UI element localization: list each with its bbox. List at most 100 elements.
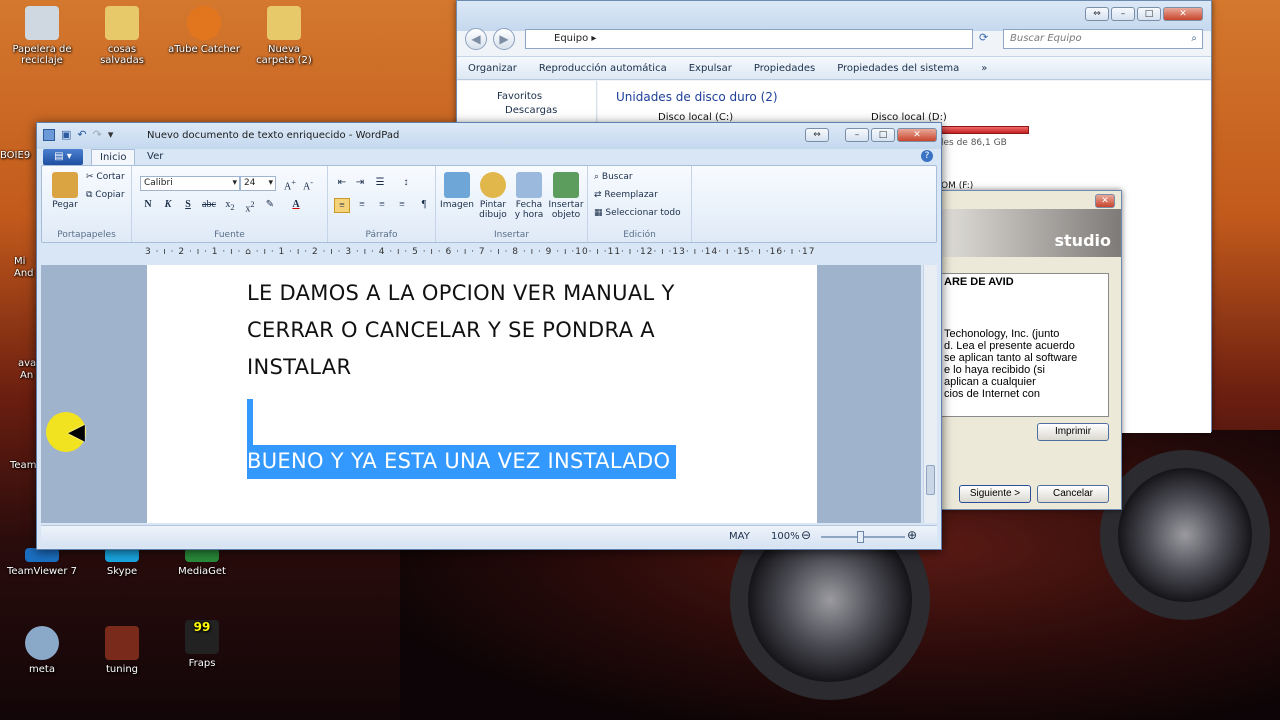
justify-icon[interactable]: ≡ <box>394 198 410 213</box>
editing-group-label: Edición <box>623 230 656 240</box>
bullets-icon[interactable]: ☰ <box>372 176 388 191</box>
align-left-icon[interactable]: ≡ <box>334 198 350 213</box>
status-bar: MAY 100% ⊖ ⊕ <box>41 525 937 547</box>
minimize-button[interactable]: – <box>1111 7 1135 21</box>
wordpad-app-icon <box>43 128 55 141</box>
copy-button[interactable]: ⧉ Copiar <box>86 190 125 200</box>
tab-inicio[interactable]: Inicio <box>91 149 136 166</box>
increase-indent-icon[interactable]: ⇥ <box>352 176 368 191</box>
back-arrow-icon[interactable]: ◀ <box>465 28 487 50</box>
superscript-icon[interactable]: x2 <box>242 198 258 214</box>
hard-drives-section-header[interactable]: Unidades de disco duro (2) <box>616 90 778 104</box>
desktop-icon-atube-catcher[interactable]: aTube Catcher <box>168 6 240 55</box>
properties-button[interactable]: Propiedades <box>743 63 826 74</box>
restore-down-icon[interactable]: ⇔ <box>805 128 829 142</box>
restore-down-icon[interactable]: ⇔ <box>1085 7 1109 21</box>
line-spacing-icon[interactable]: ↕ <box>398 176 414 191</box>
document-page[interactable]: LE DAMOS A LA OPCION VER MANUAL Y CERRAR… <box>147 265 817 523</box>
desktop-icon-nueva-carpeta[interactable]: Nueva carpeta (2) <box>248 6 320 66</box>
search-input[interactable]: Buscar Equipo ⌕ <box>1003 29 1203 49</box>
system-properties-button[interactable]: Propiedades del sistema <box>826 63 970 74</box>
strikethrough-icon[interactable]: abc <box>200 198 218 213</box>
paste-button[interactable]: Pegar <box>50 172 80 210</box>
file-menu-button[interactable]: ▤ ▾ <box>43 149 83 165</box>
paint-drawing-button[interactable]: Pintar dibujo <box>476 172 510 220</box>
recycle-bin-icon <box>25 6 59 40</box>
desktop-icon-meta[interactable]: meta <box>6 626 78 675</box>
drive-d-usage-bar <box>941 126 1029 134</box>
wordpad-window: ▣ ↶ ↷ ▾ Nuevo documento de texto enrique… <box>36 122 942 550</box>
nav-downloads[interactable]: Descargas <box>457 102 596 116</box>
tab-ver[interactable]: Ver <box>139 149 171 166</box>
save-icon[interactable]: ▣ <box>61 128 71 141</box>
license-agreement-text[interactable]: ARE DE AVID Techonology, Inc. (junto d. … <box>939 273 1109 417</box>
cut-button[interactable]: ✂ Cortar <box>86 172 125 182</box>
underline-button[interactable]: S <box>180 198 196 213</box>
desktop-icon-fraps[interactable]: 99 Fraps <box>166 620 238 669</box>
zoom-out-icon[interactable]: ⊖ <box>801 528 811 542</box>
font-family-select[interactable]: Calibri ▾ <box>140 176 240 191</box>
group-font: Calibri ▾ 24 ▾ A+ A- N K S abc x2 x2 ✎ A F… <box>132 166 328 242</box>
undo-icon[interactable]: ↶ <box>77 128 86 141</box>
replace-button[interactable]: ⇄ Reemplazar <box>594 190 658 200</box>
wordpad-window-controls: ⇔ – □ ✕ <box>805 128 937 142</box>
nav-favorites[interactable]: Favoritos <box>457 81 596 102</box>
desktop-icon-cosas-salvadas[interactable]: cosas salvadas <box>86 6 158 66</box>
zoom-slider-thumb[interactable] <box>857 531 864 543</box>
cancel-button[interactable]: Cancelar <box>1037 485 1109 503</box>
eject-button[interactable]: Expulsar <box>678 63 743 74</box>
address-bar[interactable]: Equipo ▸ <box>525 29 973 49</box>
insert-object-button[interactable]: Insertar objeto <box>548 172 584 220</box>
maximize-button[interactable]: □ <box>871 128 895 142</box>
next-button[interactable]: Siguiente > <box>959 485 1031 503</box>
ruler[interactable]: 3 · ı · 2 · ı · 1 · ı · ⌂ · ı · 1 · ı · … <box>145 247 815 263</box>
maximize-button[interactable]: □ <box>1137 7 1161 21</box>
align-right-icon[interactable]: ≡ <box>374 198 390 213</box>
minimize-button[interactable]: – <box>845 128 869 142</box>
desktop-icon-mediaget[interactable]: MediaGet <box>166 548 238 577</box>
forward-arrow-icon[interactable]: ▶ <box>493 28 515 50</box>
print-button[interactable]: Imprimir <box>1037 423 1109 441</box>
organize-button[interactable]: Organizar <box>457 63 528 74</box>
desktop-icon-skype[interactable]: Skype <box>86 548 158 577</box>
highlight-color-icon[interactable]: ✎ <box>262 198 278 213</box>
align-center-icon[interactable]: ≡ <box>354 198 370 213</box>
decrease-indent-icon[interactable]: ⇤ <box>334 176 350 191</box>
insert-group-label: Insertar <box>493 230 530 240</box>
subscript-icon[interactable]: x2 <box>222 198 238 213</box>
zoom-in-icon[interactable]: ⊕ <box>907 528 917 542</box>
refresh-icon[interactable]: ⟳ <box>979 31 988 44</box>
help-icon[interactable]: ? <box>921 150 933 162</box>
more-commands-button[interactable]: » <box>970 63 998 74</box>
paragraph-settings-icon[interactable]: ¶ <box>416 198 432 213</box>
shrink-font-icon[interactable]: A- <box>300 176 316 192</box>
group-paragraph: ⇤ ⇥ ☰ ↕ ≡ ≡ ≡ ≡ ¶ Párrafo <box>328 166 436 242</box>
zoom-slider[interactable] <box>821 531 905 543</box>
address-text: Equipo <box>554 33 589 44</box>
autoplay-button[interactable]: Reproducción automática <box>528 63 678 74</box>
font-color-icon[interactable]: A <box>288 198 304 213</box>
customize-qat-icon[interactable]: ▾ <box>108 128 114 141</box>
date-time-button[interactable]: Fecha y hora <box>512 172 546 220</box>
scrollbar-thumb[interactable] <box>926 465 935 495</box>
desktop-icon-recycle-bin[interactable]: Papelera de reciclaje <box>6 6 78 66</box>
close-button[interactable]: ✕ <box>1163 7 1203 21</box>
folder-icon <box>267 6 301 40</box>
selection-highlight-empty-line <box>247 399 253 445</box>
grow-font-icon[interactable]: A+ <box>282 176 298 192</box>
insert-image-button[interactable]: Imagen <box>440 172 474 210</box>
find-button[interactable]: ⌕ Buscar <box>594 172 633 182</box>
bold-button[interactable]: N <box>140 198 156 213</box>
mediaget-icon <box>185 548 219 562</box>
desktop-icon-teamviewer[interactable]: TeamViewer 7 <box>6 548 78 577</box>
close-button[interactable]: ✕ <box>897 128 937 142</box>
car-wheel <box>1100 450 1270 620</box>
italic-button[interactable]: K <box>160 198 176 213</box>
installer-close-button[interactable]: ✕ <box>1095 194 1115 208</box>
font-size-select[interactable]: 24 ▾ <box>240 176 276 191</box>
desktop-icon-tuning[interactable]: tuning <box>86 626 158 675</box>
redo-icon[interactable]: ↷ <box>93 128 102 141</box>
vertical-scrollbar[interactable] <box>923 265 937 523</box>
document-line: CERRAR O CANCELAR Y SE PONDRA A <box>247 318 655 342</box>
select-all-button[interactable]: ▦ Seleccionar todo <box>594 208 681 218</box>
